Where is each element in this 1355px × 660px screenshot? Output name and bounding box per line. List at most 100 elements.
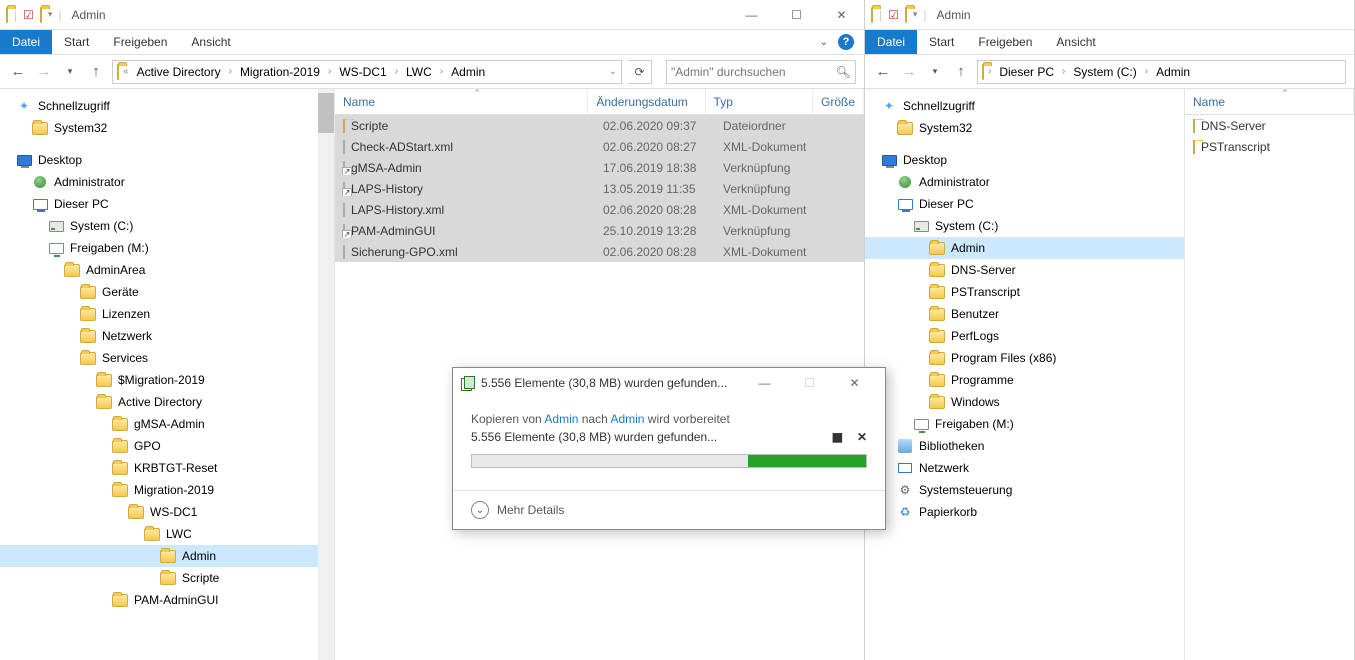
tree-item[interactable]: Dieser PC <box>865 193 1184 215</box>
search-box[interactable]: 🔍︎ <box>666 60 856 84</box>
tree-item[interactable]: DNS-Server <box>865 259 1184 281</box>
tree-item[interactable]: Desktop <box>0 149 334 171</box>
tree-item[interactable]: PSTranscript <box>865 281 1184 303</box>
breadcrumb-segment[interactable]: LWC <box>402 63 436 81</box>
chevron-down-icon[interactable]: ⌄ <box>820 37 828 48</box>
close-button[interactable]: ✕ <box>819 1 864 29</box>
more-details-link[interactable]: Mehr Details <box>497 503 564 517</box>
table-row[interactable]: Check-ADStart.xml02.06.2020 08:27XML-Dok… <box>335 136 864 157</box>
tree-item[interactable]: Programme <box>865 369 1184 391</box>
tree-item[interactable]: System32 <box>865 117 1184 139</box>
column-header-type[interactable]: Typ <box>706 89 813 114</box>
tree-item[interactable]: Program Files (x86) <box>865 347 1184 369</box>
tree-item[interactable]: Netzwerk <box>0 325 334 347</box>
close-button[interactable]: ✕ <box>832 369 877 397</box>
breadcrumb-segment[interactable]: Migration-2019 <box>236 63 324 81</box>
dialog-titlebar[interactable]: 5.556 Elemente (30,8 MB) wurden gefunden… <box>453 368 885 398</box>
table-row[interactable]: LAPS-History13.05.2019 11:35Verknüpfung <box>335 178 864 199</box>
folder-icon[interactable] <box>40 8 42 22</box>
tree-item[interactable]: Desktop <box>865 149 1184 171</box>
breadcrumb[interactable]: « Active Directory › Migration-2019 › WS… <box>112 60 622 84</box>
breadcrumb-segment[interactable]: Admin <box>447 63 489 81</box>
chevron-right-icon[interactable]: › <box>1143 66 1150 77</box>
cancel-button[interactable]: ✕ <box>857 430 867 444</box>
scrollbar[interactable] <box>318 89 334 660</box>
nav-tree[interactable]: ✦SchnellzugriffSystem32 DesktopAdministra… <box>0 89 335 660</box>
up-button[interactable]: ↑ <box>951 63 971 80</box>
tab-start[interactable]: Start <box>917 30 966 54</box>
scrollbar-thumb[interactable] <box>318 93 334 133</box>
tree-item[interactable]: ✦Schnellzugriff <box>0 95 334 117</box>
tree-item[interactable]: PAM-AdminGUI <box>0 589 334 611</box>
tab-view[interactable]: Ansicht <box>1044 30 1107 54</box>
column-header-size[interactable]: Größe <box>813 89 864 114</box>
tree-item[interactable]: Administrator <box>0 171 334 193</box>
table-row[interactable]: gMSA-Admin17.06.2019 18:38Verknüpfung <box>335 157 864 178</box>
chevron-right-icon[interactable]: › <box>393 66 400 77</box>
tree-item[interactable]: Freigaben (M:) <box>0 237 334 259</box>
minimize-button[interactable]: — <box>729 1 774 29</box>
maximize-button[interactable]: ☐ <box>787 369 832 397</box>
maximize-button[interactable]: ☐ <box>774 1 819 29</box>
chevron-right-icon[interactable]: « <box>121 66 131 77</box>
tree-item[interactable]: KRBTGT-Reset <box>0 457 334 479</box>
tree-item[interactable]: ⚙Systemsteuerung <box>865 479 1184 501</box>
breadcrumb-segment[interactable]: Admin <box>1152 63 1194 81</box>
breadcrumb-dropdown-icon[interactable]: ⌄ <box>609 66 617 77</box>
tree-item[interactable]: Admin <box>0 545 334 567</box>
table-row[interactable]: PAM-AdminGUI25.10.2019 13:28Verknüpfung <box>335 220 864 241</box>
chevron-right-icon[interactable]: › <box>438 66 445 77</box>
folder-icon[interactable] <box>905 8 907 22</box>
tree-item[interactable]: Scripte <box>0 567 334 589</box>
chevron-down-icon[interactable]: ⌄ <box>471 501 489 519</box>
tab-start[interactable]: Start <box>52 30 101 54</box>
qat-dropdown-icon[interactable]: ▾ <box>48 9 53 20</box>
chevron-right-icon[interactable]: › <box>986 66 993 77</box>
qat-dropdown-icon[interactable]: ▾ <box>913 9 918 20</box>
tab-share[interactable]: Freigeben <box>966 30 1044 54</box>
tree-item[interactable]: PerfLogs <box>865 325 1184 347</box>
recent-dropdown-icon[interactable]: ▾ <box>925 66 945 77</box>
tree-item[interactable]: System32 <box>0 117 334 139</box>
tree-item[interactable]: System (C:) <box>865 215 1184 237</box>
breadcrumb-segment[interactable]: System (C:) <box>1069 63 1140 81</box>
tab-file[interactable]: Datei <box>0 30 52 54</box>
recent-dropdown-icon[interactable]: ▾ <box>60 66 80 77</box>
tree-item[interactable]: LWC <box>0 523 334 545</box>
source-link[interactable]: Admin <box>544 412 578 426</box>
table-row[interactable]: Sicherung-GPO.xml02.06.2020 08:28XML-Dok… <box>335 241 864 262</box>
tab-file[interactable]: Datei <box>865 30 917 54</box>
chevron-right-icon[interactable]: › <box>227 66 234 77</box>
breadcrumb-segment[interactable]: Dieser PC <box>995 63 1058 81</box>
breadcrumb-segment[interactable]: WS-DC1 <box>335 63 390 81</box>
forward-button[interactable]: → <box>899 63 919 80</box>
chevron-right-icon[interactable]: › <box>1060 66 1067 77</box>
tab-view[interactable]: Ansicht <box>179 30 242 54</box>
chevron-right-icon[interactable]: › <box>326 66 333 77</box>
breadcrumb[interactable]: › Dieser PC › System (C:) › Admin <box>977 60 1346 84</box>
tab-share[interactable]: Freigeben <box>101 30 179 54</box>
tree-item[interactable]: WS-DC1 <box>0 501 334 523</box>
tree-item[interactable]: AdminArea <box>0 259 334 281</box>
column-header-name[interactable]: Name⌃ <box>1185 89 1354 114</box>
tree-item[interactable]: Bibliotheken <box>865 435 1184 457</box>
dest-link[interactable]: Admin <box>610 412 644 426</box>
up-button[interactable]: ↑ <box>86 63 106 80</box>
tree-item[interactable]: Benutzer <box>865 303 1184 325</box>
tree-item[interactable]: System (C:) <box>0 215 334 237</box>
tree-item[interactable]: Migration-2019 <box>0 479 334 501</box>
tree-item[interactable]: Freigaben (M:) <box>865 413 1184 435</box>
search-input[interactable] <box>671 65 836 79</box>
tree-item[interactable]: Services <box>0 347 334 369</box>
tree-item[interactable]: $Migration-2019 <box>0 369 334 391</box>
table-row[interactable]: DNS-Server <box>1185 115 1354 136</box>
table-row[interactable]: Scripte02.06.2020 09:37Dateiordner <box>335 115 864 136</box>
properties-icon[interactable]: ☑ <box>23 8 34 22</box>
tree-item[interactable]: Active Directory <box>0 391 334 413</box>
forward-button[interactable]: → <box>34 63 54 80</box>
help-icon[interactable]: ? <box>838 34 854 50</box>
table-row[interactable]: PSTranscript <box>1185 136 1354 157</box>
breadcrumb-segment[interactable]: Active Directory <box>133 63 225 81</box>
table-row[interactable]: LAPS-History.xml02.06.2020 08:28XML-Doku… <box>335 199 864 220</box>
tree-item[interactable]: ♻Papierkorb <box>865 501 1184 523</box>
